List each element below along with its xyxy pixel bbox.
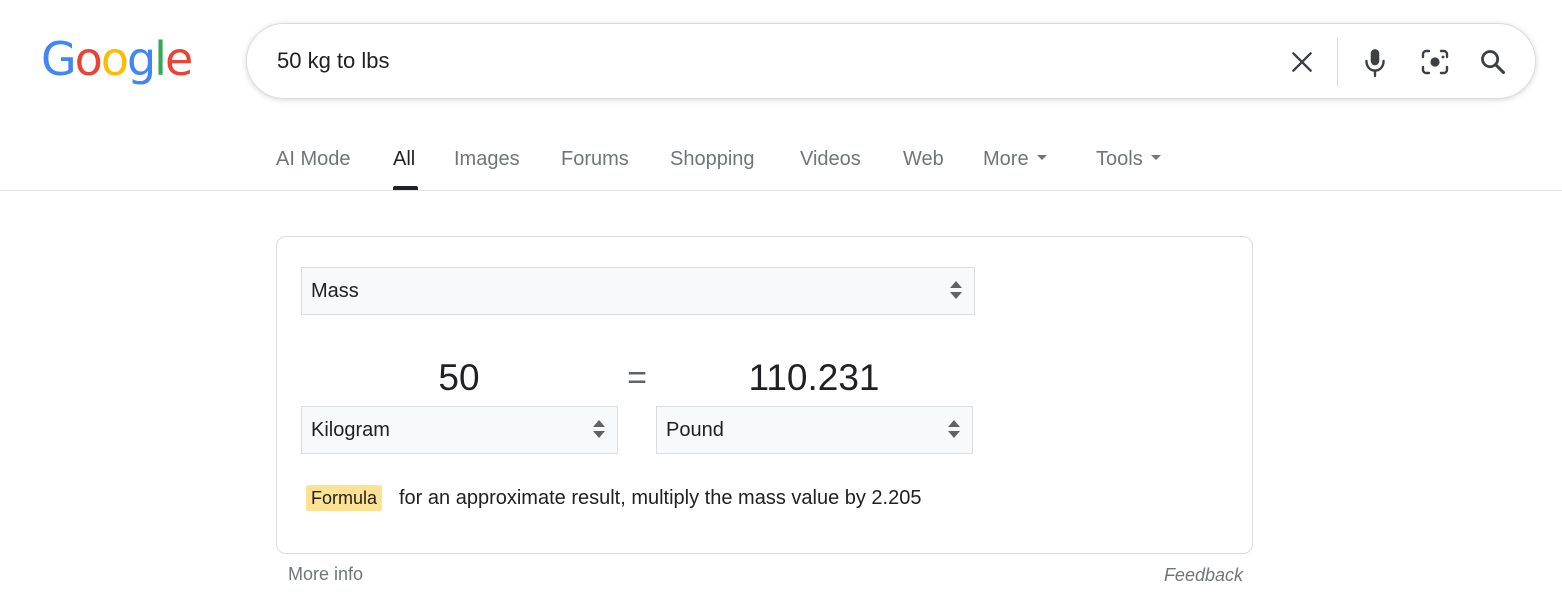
- search-tabs: AI Mode All Images Forums Shopping Video…: [0, 128, 1562, 192]
- chevron-down-icon: [1036, 155, 1047, 161]
- unit-converter-card: Mass 50 = 110.231 Kilogram Pound Formula…: [276, 236, 1253, 554]
- voice-search-button[interactable]: [1357, 44, 1393, 80]
- tab-label: All: [393, 148, 416, 170]
- formula-badge: Formula: [306, 485, 383, 511]
- to-value-input[interactable]: 110.231: [656, 355, 972, 401]
- logo-letter: g: [126, 32, 156, 86]
- tab-label: Forums: [561, 148, 629, 170]
- tab-images[interactable]: Images: [454, 146, 520, 172]
- logo-letter: l: [154, 32, 167, 86]
- from-unit-value: Kilogram: [311, 419, 390, 441]
- tabs-divider: [0, 190, 1562, 191]
- tab-label: Web: [903, 148, 944, 170]
- logo-letter: o: [74, 32, 103, 86]
- tab-forums[interactable]: Forums: [561, 146, 629, 172]
- formula-text: for an approximate result, multiply the …: [399, 487, 922, 509]
- select-arrows-icon: [593, 420, 605, 440]
- equals-sign: =: [627, 359, 647, 397]
- tab-label: Tools: [1096, 148, 1143, 170]
- feedback-link[interactable]: Feedback: [1164, 563, 1243, 587]
- chevron-down-icon: [1150, 155, 1161, 161]
- tab-all[interactable]: All: [393, 146, 415, 172]
- more-info-link[interactable]: More info: [288, 562, 363, 586]
- logo-letter: G: [41, 32, 77, 86]
- tab-more[interactable]: More: [983, 146, 1047, 172]
- lens-camera-icon: [1421, 49, 1449, 75]
- to-unit-value: Pound: [666, 419, 724, 441]
- search-input[interactable]: [277, 40, 1257, 82]
- to-unit-select[interactable]: Pound: [656, 406, 973, 454]
- tab-label: Videos: [800, 148, 861, 170]
- clear-search-button[interactable]: [1284, 44, 1320, 80]
- tab-shopping[interactable]: Shopping: [670, 146, 755, 172]
- quantity-select[interactable]: Mass: [301, 267, 975, 315]
- tab-ai-mode[interactable]: AI Mode: [276, 146, 350, 172]
- select-arrows-icon: [950, 281, 962, 301]
- search-icon: [1481, 50, 1506, 75]
- tab-web[interactable]: Web: [903, 146, 944, 172]
- from-value-input[interactable]: 50: [301, 355, 617, 401]
- tab-label: More: [983, 148, 1029, 170]
- quantity-select-value: Mass: [311, 280, 359, 302]
- search-submit-button[interactable]: [1475, 44, 1511, 80]
- google-search-page: Google 50 kg to lbs AI Mode All Images F…: [0, 0, 1562, 609]
- from-unit-select[interactable]: Kilogram: [301, 406, 618, 454]
- select-arrows-icon: [948, 420, 960, 440]
- image-search-button[interactable]: [1417, 44, 1453, 80]
- logo-letter: e: [164, 32, 193, 86]
- tab-label: Images: [454, 148, 520, 170]
- logo-letter: o: [100, 32, 129, 86]
- microphone-icon: [1365, 49, 1385, 77]
- google-logo[interactable]: Google: [41, 30, 193, 88]
- tab-label: AI Mode: [276, 148, 351, 170]
- search-bar: [246, 23, 1536, 99]
- tab-videos[interactable]: Videos: [800, 146, 861, 172]
- close-icon: [1292, 52, 1312, 72]
- tab-tools[interactable]: Tools: [1096, 146, 1161, 172]
- tab-label: Shopping: [670, 148, 755, 170]
- search-divider: [1337, 38, 1338, 86]
